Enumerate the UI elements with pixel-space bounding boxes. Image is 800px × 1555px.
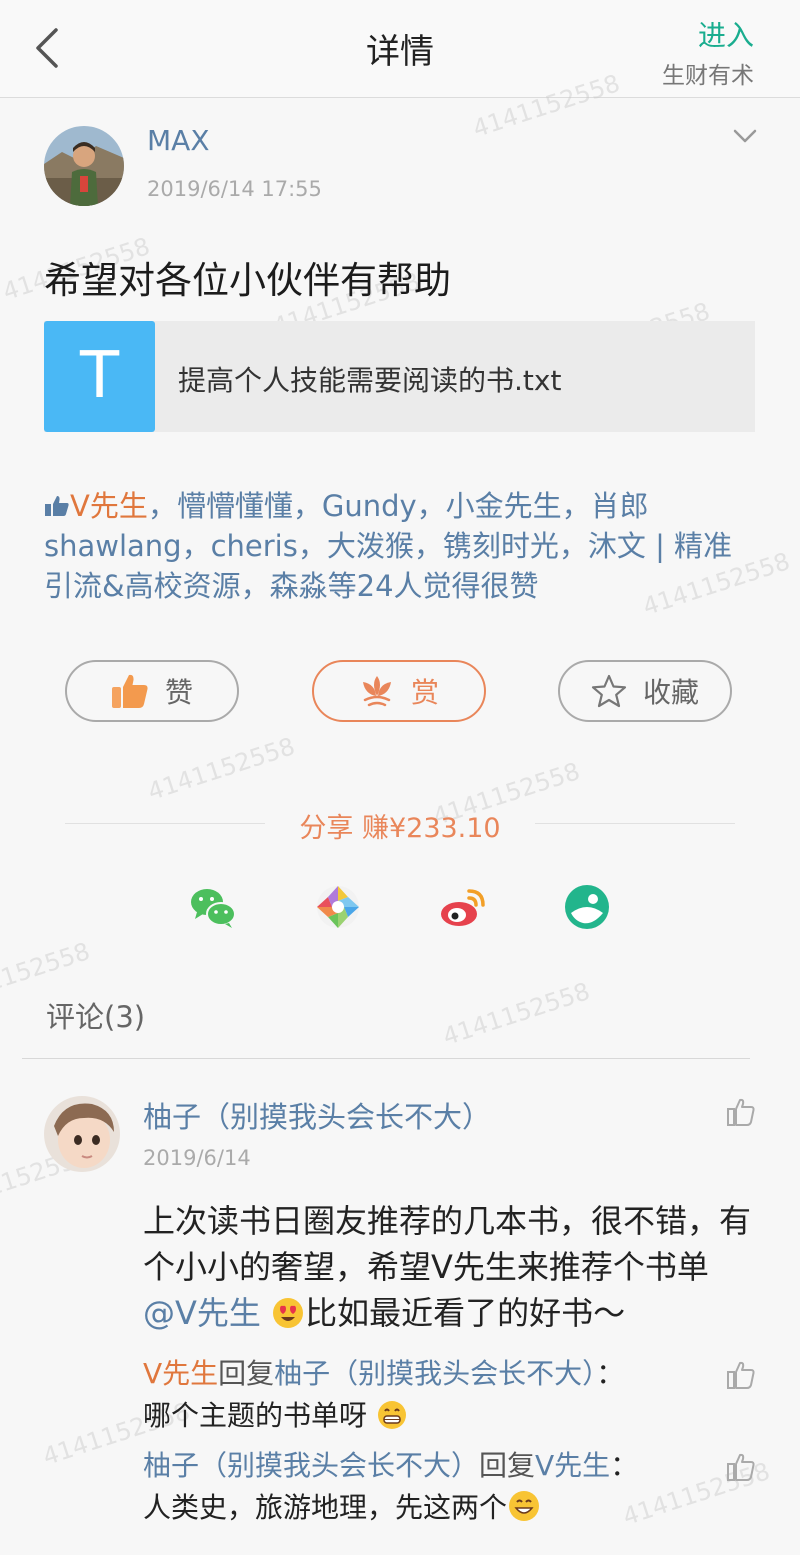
share-weibo-button[interactable] (439, 883, 487, 931)
liker-name[interactable]: V先生 (70, 489, 148, 523)
top-nav-bar: 详情 进入 生财有术 (0, 0, 800, 98)
reply-verb: 回复 (218, 1357, 275, 1390)
enter-circle-button[interactable]: 进入 (698, 14, 754, 54)
reply-to[interactable]: 柚子（别摸我头会长不大） (274, 1357, 596, 1390)
share-earn-label: 分享 赚¥233.10 (299, 813, 501, 844)
chevron-down-icon (733, 129, 757, 143)
mention-link[interactable]: @V先生 (143, 1294, 261, 1332)
comment-date: 2019/6/14 (143, 1146, 251, 1170)
like-button[interactable]: 赞 (65, 660, 239, 722)
more-options-button[interactable] (732, 126, 758, 148)
reward-button[interactable]: 赏 (312, 660, 486, 722)
comment-text-main: 上次读书日圈友推荐的几本书，很不错，有个小小的奢望，希望V先生来推荐个书单 (143, 1202, 752, 1286)
author-name[interactable]: MAX (147, 124, 210, 157)
thumbs-up-outline-icon (727, 1453, 755, 1481)
comment-author[interactable]: 柚子（别摸我头会长不大） (143, 1094, 491, 1136)
reply-colon: ： (610, 1449, 639, 1482)
file-attachment[interactable]: T 提高个人技能需要阅读的书.txt (44, 321, 755, 432)
comment-text: 上次读书日圈友推荐的几本书，很不错，有个小小的奢望，希望V先生来推荐个书单 @V先… (143, 1198, 753, 1342)
reply-text: 哪个主题的书单呀 (143, 1399, 368, 1432)
comment-text-tail: 比如最近看了的好书～ (305, 1294, 626, 1332)
collect-label: 收藏 (642, 676, 699, 709)
reply-item: V先生回复柚子（别摸我头会长不大）： 哪个主题的书单呀 (143, 1353, 713, 1443)
collect-button[interactable]: 收藏 (558, 660, 732, 722)
lotus-icon (362, 676, 391, 707)
star-icon (591, 674, 627, 708)
reply-like-button[interactable] (726, 1360, 756, 1390)
commenter-avatar[interactable] (44, 1096, 120, 1172)
comments-title: 评论(3) (46, 1000, 146, 1034)
circle-name: 生财有术 (662, 63, 754, 89)
weibo-icon (441, 889, 485, 926)
reply-from[interactable]: 柚子（别摸我头会长不大） (143, 1449, 479, 1482)
reply-to[interactable]: V先生 (535, 1449, 610, 1482)
reply-from[interactable]: V先生 (143, 1357, 218, 1390)
post-time: 2019/6/14 17:55 (147, 177, 322, 201)
grin-emoji-icon (376, 1399, 408, 1443)
moments-icon (317, 886, 359, 928)
reply-item: 柚子（别摸我头会长不大）回复V先生： 人类史，旅游地理，先这两个 (143, 1445, 713, 1535)
reply-like-button[interactable] (726, 1452, 756, 1482)
reward-label: 赏 (410, 676, 439, 709)
reply-text: 人类史，旅游地理，先这两个 (143, 1491, 508, 1524)
qzone-icon (565, 885, 609, 929)
thumbs-up-outline-icon (727, 1361, 755, 1389)
watermark: 4141152558 (144, 732, 299, 806)
share-wechat-button[interactable] (189, 883, 237, 931)
divider (22, 1058, 750, 1059)
thumbs-up-icon (44, 487, 70, 516)
author-avatar[interactable] (44, 126, 124, 206)
reply-colon: ： (596, 1357, 625, 1390)
comment-like-button[interactable] (726, 1097, 756, 1127)
heart-eyes-emoji-icon (271, 1296, 305, 1342)
avatar-photo (44, 126, 124, 206)
reply-verb: 回复 (479, 1449, 536, 1482)
post-text: 希望对各位小伙伴有帮助 (44, 259, 451, 302)
smile-emoji-icon (507, 1489, 541, 1535)
watermark: 4141152558 (439, 977, 594, 1051)
like-label: 赞 (164, 676, 193, 709)
share-moments-button[interactable] (314, 883, 362, 931)
file-name: 提高个人技能需要阅读的书.txt (178, 364, 562, 397)
thumbs-up-icon (111, 674, 148, 708)
text-file-icon: T (44, 321, 155, 432)
wechat-icon (191, 889, 236, 928)
likers-rest: ，懵懵懂懂，Gundy，小金先生，肖郎shawlang，cheris，大泼猴，镌… (44, 489, 733, 603)
share-qzone-button[interactable] (563, 883, 611, 931)
avatar-photo (44, 1096, 120, 1172)
thumbs-up-outline-icon (727, 1098, 755, 1126)
likes-list: V先生，懵懵懂懂，Gundy，小金先生，肖郎shawlang，cheris，大泼… (44, 486, 760, 606)
